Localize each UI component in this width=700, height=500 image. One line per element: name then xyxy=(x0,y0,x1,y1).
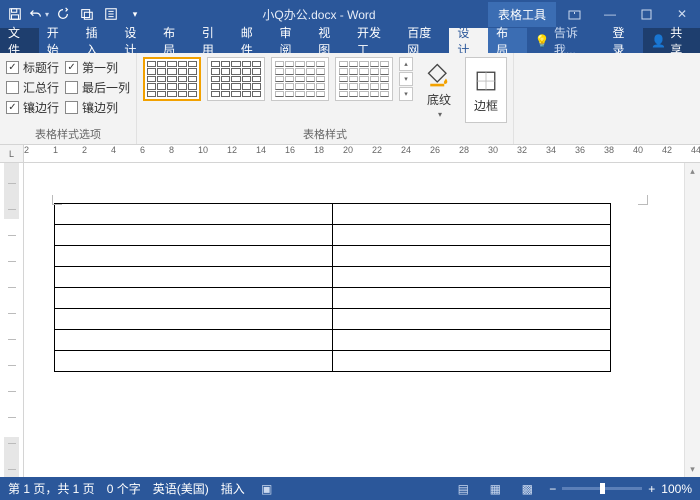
tab-references[interactable]: 引用 xyxy=(194,28,233,53)
scrollbar-vertical[interactable]: ▴ ▾ xyxy=(684,163,700,477)
table-row xyxy=(55,330,611,351)
check-header-row[interactable]: ✓标题行 xyxy=(6,57,59,77)
save-icon[interactable] xyxy=(4,3,26,25)
tab-home[interactable]: 开始 xyxy=(39,28,78,53)
undo-icon[interactable]: ▾ xyxy=(28,3,50,25)
margin-mark-tr xyxy=(634,191,648,205)
table-style-3[interactable] xyxy=(271,57,329,101)
table-row xyxy=(55,351,611,372)
ruler-vertical[interactable] xyxy=(0,163,24,477)
tab-layout[interactable]: 布局 xyxy=(155,28,194,53)
tab-file[interactable]: 文件 xyxy=(0,28,39,53)
document-table[interactable] xyxy=(54,203,611,372)
tab-view[interactable]: 视图 xyxy=(310,28,349,53)
document-canvas[interactable] xyxy=(24,163,684,477)
zoom-control[interactable]: − + 100% xyxy=(549,482,692,496)
scroll-down-icon[interactable]: ▾ xyxy=(685,461,700,477)
ruler-h-track[interactable]: 2124681012141618202224262830323436384042… xyxy=(24,145,700,162)
table-row xyxy=(55,204,611,225)
table-style-4[interactable] xyxy=(335,57,393,101)
check-first-col[interactable]: ✓第一列 xyxy=(65,57,130,77)
redo-icon[interactable] xyxy=(52,3,74,25)
group-label-style-options: 表格样式选项 xyxy=(6,124,130,142)
group-style-options: ✓标题行 汇总行 ✓镶边行 ✓第一列 最后一列 镶边列 表格样式选项 xyxy=(0,53,137,144)
table-style-2[interactable] xyxy=(207,57,265,101)
tab-insert[interactable]: 插入 xyxy=(78,28,117,53)
tell-me[interactable]: 💡告诉我... xyxy=(527,28,605,53)
qat-icon-1[interactable] xyxy=(76,3,98,25)
tab-developer[interactable]: 开发工 xyxy=(349,28,399,53)
tab-review[interactable]: 审阅 xyxy=(271,28,310,53)
ruler-corner: L xyxy=(0,145,24,162)
table-style-1[interactable] xyxy=(143,57,201,101)
check-banded-cols[interactable]: 镶边列 xyxy=(65,97,130,117)
scroll-up-icon[interactable]: ▴ xyxy=(685,163,700,179)
web-layout-icon[interactable]: ▩ xyxy=(517,482,537,496)
tab-design[interactable]: 设计 xyxy=(116,28,155,53)
zoom-value[interactable]: 100% xyxy=(661,482,692,496)
qat-more-icon[interactable]: ▾ xyxy=(124,3,146,25)
zoom-slider[interactable] xyxy=(562,487,642,490)
check-banded-rows[interactable]: ✓镶边行 xyxy=(6,97,59,117)
tab-baidu[interactable]: 百度网 xyxy=(399,28,449,53)
group-label-table-styles: 表格样式 xyxy=(143,124,507,142)
status-words[interactable]: 0 个字 xyxy=(107,480,141,497)
shading-button[interactable]: 底纹▾ xyxy=(419,57,459,123)
macro-record-icon[interactable]: ▣ xyxy=(257,482,277,496)
check-total-row[interactable]: 汇总行 xyxy=(6,77,59,97)
style-gallery-more[interactable]: ▴▾▾ xyxy=(399,57,413,101)
table-row xyxy=(55,288,611,309)
qat-icon-2[interactable] xyxy=(100,3,122,25)
check-last-col[interactable]: 最后一列 xyxy=(65,77,130,97)
window-title: 小Q办公.docx - Word xyxy=(150,6,488,23)
page xyxy=(34,163,684,372)
status-mode[interactable]: 插入 xyxy=(221,480,245,497)
tab-mailings[interactable]: 邮件 xyxy=(233,28,272,53)
tab-table-layout[interactable]: 布局 xyxy=(488,28,527,53)
ruler-horizontal[interactable]: L 21246810121416182022242628303234363840… xyxy=(0,145,700,163)
zoom-out-icon[interactable]: − xyxy=(549,482,556,496)
margin-mark-tl xyxy=(52,191,66,205)
table-row xyxy=(55,225,611,246)
quick-access-toolbar: ▾ ▾ xyxy=(0,3,150,25)
ribbon: ✓标题行 汇总行 ✓镶边行 ✓第一列 最后一列 镶边列 表格样式选项 ▴▾▾ xyxy=(0,53,700,145)
ribbon-tabs: 文件 开始 插入 设计 布局 引用 邮件 审阅 视图 开发工 百度网 设计 布局… xyxy=(0,28,700,53)
share-icon: 👤 xyxy=(651,34,666,48)
paint-bucket-icon xyxy=(425,61,453,89)
print-layout-icon[interactable]: ▦ xyxy=(485,482,505,496)
lightbulb-icon: 💡 xyxy=(535,34,550,48)
borders-icon xyxy=(472,67,500,95)
borders-button[interactable]: 边框 xyxy=(465,57,507,123)
table-row xyxy=(55,267,611,288)
zoom-in-icon[interactable]: + xyxy=(648,482,655,496)
tab-table-design[interactable]: 设计 xyxy=(449,28,488,53)
status-bar: 第 1 页，共 1 页 0 个字 英语(美国) 插入 ▣ ▤ ▦ ▩ − + 1… xyxy=(0,477,700,500)
read-mode-icon[interactable]: ▤ xyxy=(453,482,473,496)
login-button[interactable]: 登录 xyxy=(605,28,644,53)
status-page[interactable]: 第 1 页，共 1 页 xyxy=(8,480,95,497)
status-language[interactable]: 英语(美国) xyxy=(153,480,209,497)
share-button[interactable]: 👤共享 xyxy=(643,28,700,53)
table-row xyxy=(55,246,611,267)
document-area: ▴ ▾ xyxy=(0,163,700,477)
group-table-styles: ▴▾▾ 底纹▾ 边框 表格样式 xyxy=(137,53,514,144)
table-row xyxy=(55,309,611,330)
